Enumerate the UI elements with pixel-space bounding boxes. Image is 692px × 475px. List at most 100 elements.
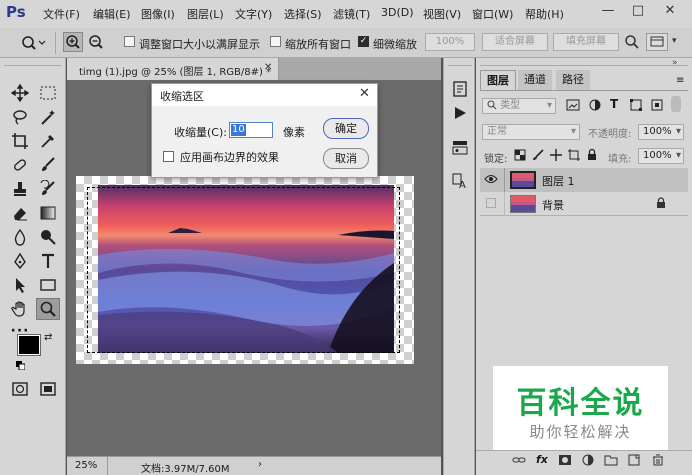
group-icon[interactable]	[604, 454, 618, 469]
type-tool-icon[interactable]	[36, 250, 60, 272]
dialog-titlebar[interactable]: 收缩选区 ✕	[152, 84, 377, 106]
tab-channels[interactable]: 通道	[518, 70, 552, 90]
fx-icon[interactable]: fx	[536, 453, 548, 466]
swap-colors-icon[interactable]: ⇄	[44, 332, 52, 343]
opacity-input[interactable]: 100% ▾	[638, 124, 684, 140]
status-menu-icon[interactable]: ›	[258, 459, 262, 470]
history-brush-tool-icon[interactable]	[36, 178, 60, 200]
brush-tool-icon[interactable]	[36, 154, 60, 176]
fill-input[interactable]: 100% ▾	[638, 148, 684, 164]
maximize-button[interactable]: □	[628, 3, 648, 21]
zoom-all-checkbox[interactable]	[270, 36, 281, 47]
trash-icon[interactable]	[652, 454, 664, 469]
panel-grip[interactable]	[480, 60, 688, 66]
zoom-level[interactable]: 25%	[75, 460, 97, 471]
fit-screen-button[interactable]: 适合屏幕	[482, 33, 548, 51]
menu-select[interactable]: 选择(S)	[284, 6, 322, 22]
quick-mask-icon[interactable]	[8, 378, 32, 400]
actions-play-icon[interactable]	[453, 106, 467, 123]
link-icon[interactable]	[512, 454, 526, 469]
menu-layer[interactable]: 图层(L)	[187, 6, 224, 22]
menu-window[interactable]: 窗口(W)	[472, 6, 513, 22]
menu-image[interactable]: 图像(I)	[141, 6, 175, 22]
magic-wand-tool-icon[interactable]	[36, 106, 60, 128]
layer-row-background[interactable]: 背景	[480, 192, 688, 216]
glyphs-panel-icon[interactable]: A	[451, 172, 469, 193]
rectangle-tool-icon[interactable]	[36, 274, 60, 296]
filter-smart-object-icon[interactable]	[650, 98, 664, 115]
lock-position-icon[interactable]	[550, 149, 562, 164]
document-tab[interactable]: timg (1).jpg @ 25% (图层 1, RGB/8#) * ✕	[67, 58, 279, 80]
new-layer-icon[interactable]	[628, 454, 640, 469]
adjustment-icon[interactable]	[582, 454, 594, 469]
cancel-button[interactable]: 取消	[323, 148, 369, 169]
tab-layers[interactable]: 图层	[480, 70, 516, 91]
tab-paths[interactable]: 路径	[556, 70, 590, 90]
healing-brush-tool-icon[interactable]	[8, 154, 32, 176]
history-panel-icon[interactable]	[451, 80, 469, 101]
screen-mode-icon[interactable]	[36, 378, 60, 400]
gradient-tool-icon[interactable]	[36, 202, 60, 224]
properties-panel-icon[interactable]	[451, 138, 469, 159]
blur-tool-icon[interactable]	[8, 226, 32, 248]
panel-collapse-icon[interactable]: »	[672, 58, 678, 68]
zoom-tool-icon[interactable]	[36, 298, 60, 320]
panel-menu-icon[interactable]: ≡	[676, 75, 684, 86]
toolbar-grip[interactable]	[4, 60, 62, 66]
resize-windows-checkbox[interactable]	[124, 36, 135, 47]
filter-type-icon[interactable]: T	[610, 97, 618, 111]
layer-filter-kind[interactable]: 类型 ▾	[482, 98, 556, 114]
zoom-out-icon[interactable]	[87, 33, 107, 53]
lasso-tool-icon[interactable]	[8, 106, 32, 128]
filter-shape-icon[interactable]	[629, 98, 643, 115]
clone-stamp-tool-icon[interactable]	[8, 178, 32, 200]
zoom-in-icon[interactable]	[63, 32, 83, 52]
search-icon[interactable]	[624, 34, 640, 53]
pen-tool-icon[interactable]	[8, 250, 32, 272]
menu-help[interactable]: 帮助(H)	[525, 6, 564, 22]
menu-3d[interactable]: 3D(D)	[381, 6, 414, 19]
scrubby-zoom-checkbox[interactable]: ✓	[358, 36, 369, 47]
layer1-visibility-eye-icon[interactable]	[484, 174, 498, 187]
options-bar: 调整窗口大小以满屏显示 缩放所有窗口 ✓ 细微缩放 100% 适合屏幕 填充屏幕…	[0, 28, 692, 58]
zoom-tool-preset-icon[interactable]	[20, 34, 46, 55]
ok-button[interactable]: 确定	[323, 118, 369, 139]
filter-pixel-icon[interactable]	[566, 98, 580, 115]
hand-tool-icon[interactable]	[8, 298, 32, 320]
menu-edit[interactable]: 编辑(E)	[93, 6, 131, 22]
layer-row-layer1[interactable]: 图层 1	[480, 168, 688, 192]
apply-canvas-checkbox[interactable]	[163, 151, 174, 162]
dodge-tool-icon[interactable]	[36, 226, 60, 248]
menu-filter[interactable]: 滤镜(T)	[333, 6, 370, 22]
contract-amount-input[interactable]: 10	[229, 122, 273, 138]
move-tool-icon[interactable]	[8, 82, 32, 104]
marquee-tool-icon[interactable]	[36, 82, 60, 104]
blend-mode-select[interactable]: 正常 ▾	[482, 124, 580, 140]
minimize-button[interactable]: —	[598, 3, 618, 21]
mask-icon[interactable]	[558, 454, 572, 469]
foreground-color-swatch[interactable]	[17, 334, 41, 356]
fill-screen-button[interactable]: 填充屏幕	[553, 33, 619, 51]
close-button[interactable]: ✕	[660, 3, 680, 21]
menu-view[interactable]: 视图(V)	[423, 6, 461, 22]
lock-transparent-icon[interactable]	[514, 149, 526, 164]
workspace-dropdown-icon[interactable]: ▾	[672, 36, 677, 46]
eyedropper-tool-icon[interactable]	[36, 130, 60, 152]
lock-all-icon[interactable]	[586, 148, 598, 164]
default-colors-icon[interactable]	[16, 360, 26, 371]
dock-grip[interactable]	[448, 60, 472, 66]
menu-file[interactable]: 文件(F)	[43, 6, 80, 22]
path-selection-tool-icon[interactable]	[8, 274, 32, 296]
dialog-close-icon[interactable]: ✕	[359, 86, 370, 101]
lock-artboard-icon[interactable]	[568, 149, 580, 164]
lock-pixels-icon[interactable]	[532, 149, 544, 164]
eraser-tool-icon[interactable]	[8, 202, 32, 224]
background-visibility-toggle[interactable]	[486, 198, 496, 208]
filter-toggle[interactable]	[671, 96, 681, 112]
workspace-switcher-icon[interactable]	[646, 33, 668, 51]
filter-adjustment-icon[interactable]	[588, 98, 602, 115]
crop-tool-icon[interactable]	[8, 130, 32, 152]
menu-type[interactable]: 文字(Y)	[235, 6, 272, 22]
zoom-100-button[interactable]: 100%	[425, 33, 475, 51]
close-tab-icon[interactable]: ✕	[264, 62, 272, 73]
